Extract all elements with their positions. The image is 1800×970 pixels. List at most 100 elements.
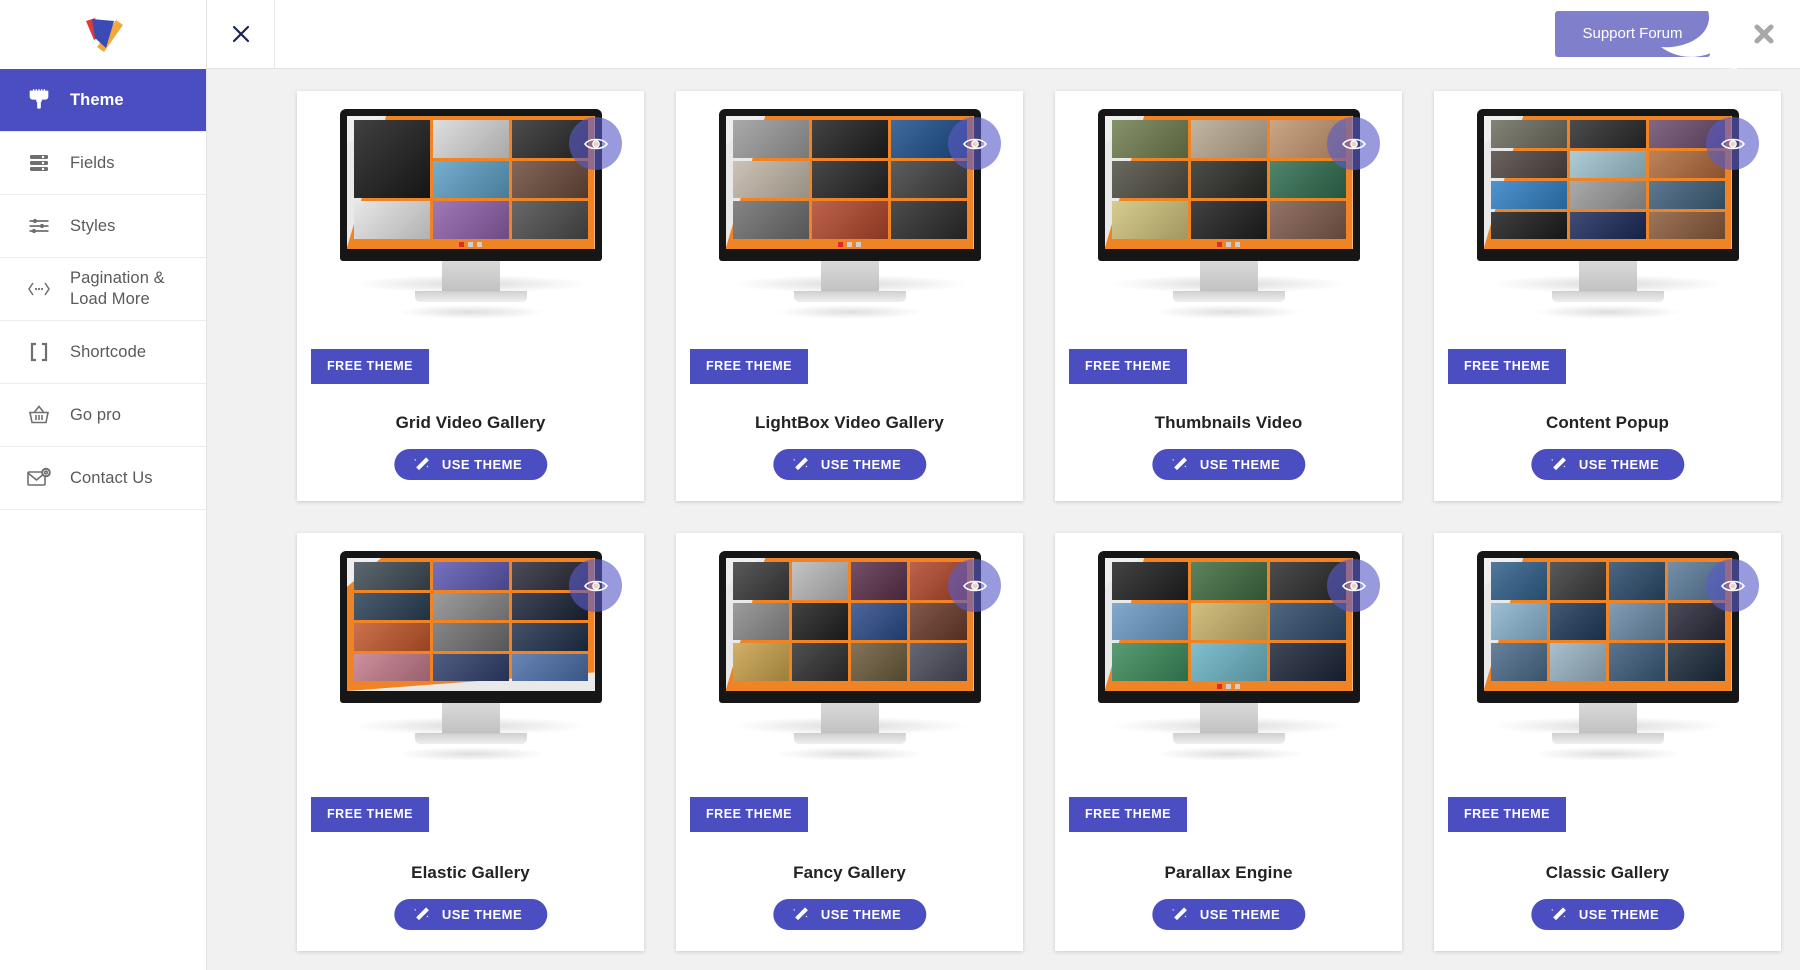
- preview-theme-button[interactable]: [1327, 559, 1380, 612]
- sidebar-item-styles[interactable]: Styles: [0, 195, 206, 258]
- use-theme-label: USE THEME: [1578, 457, 1660, 472]
- screen-tile: [851, 562, 908, 600]
- monitor-screen: [1104, 116, 1353, 249]
- monitor-neck: [1199, 703, 1258, 733]
- main-pane: Support Forum FREE THEME Grid Video Gall…: [207, 0, 1800, 970]
- monitor-base-shadow: [395, 305, 546, 319]
- sidebar-item-shortcode[interactable]: Shortcode: [0, 321, 206, 384]
- preview-theme-button[interactable]: [948, 117, 1001, 170]
- use-theme-label: USE THEME: [441, 907, 523, 922]
- theme-preview: [297, 533, 644, 795]
- screen-tiles: [732, 120, 967, 239]
- theme-title: Thumbnails Video: [1154, 413, 1303, 432]
- support-forum-button[interactable]: Support Forum: [1555, 0, 1737, 69]
- theme-card[interactable]: FREE THEME Thumbnails Video USE THEME: [1055, 91, 1402, 501]
- monitor-base-shadow: [1153, 747, 1304, 761]
- preview-theme-button[interactable]: [569, 117, 622, 170]
- basket-icon: [8, 403, 70, 427]
- use-theme-button[interactable]: USE THEME: [1530, 899, 1685, 930]
- screen-tile: [1190, 201, 1267, 239]
- logo-icon: [86, 17, 123, 52]
- sidebar-item-contact-us[interactable]: Contact Us: [0, 447, 206, 510]
- monitor-frame: [1097, 551, 1360, 703]
- screen-tile: [432, 592, 509, 620]
- themes-grid: FREE THEME Grid Video Gallery USE THEME: [207, 91, 1800, 951]
- screen-tile: [732, 602, 789, 641]
- monitor-base-shadow: [395, 747, 546, 761]
- screen-tile: [1490, 181, 1567, 209]
- theme-preview: [1434, 91, 1781, 353]
- screen-tile: [1190, 602, 1267, 641]
- screen-tile: [732, 562, 789, 600]
- theme-card[interactable]: FREE THEME Parallax Engine USE THEME: [1055, 533, 1402, 951]
- screen-pagination-dots: [347, 240, 595, 248]
- theme-card[interactable]: FREE THEME Classic Gallery USE THEME: [1434, 533, 1781, 951]
- preview-theme-button[interactable]: [569, 559, 622, 612]
- theme-title: Elastic Gallery: [411, 863, 530, 882]
- use-theme-button[interactable]: USE THEME: [772, 449, 927, 480]
- monitor-neck: [820, 703, 879, 733]
- theme-card[interactable]: FREE THEME Grid Video Gallery USE THEME: [297, 91, 644, 501]
- use-theme-button[interactable]: USE THEME: [772, 899, 927, 930]
- eye-icon: [1341, 138, 1366, 149]
- theme-title: Grid Video Gallery: [395, 413, 546, 432]
- screen-tile: [511, 623, 588, 651]
- theme-card[interactable]: FREE THEME Fancy Gallery USE THEME: [676, 533, 1023, 951]
- preview-theme-button[interactable]: [1706, 559, 1759, 612]
- preview-theme-button[interactable]: [1327, 117, 1380, 170]
- use-theme-button[interactable]: USE THEME: [393, 449, 548, 480]
- magic-wand-icon: [1171, 906, 1188, 923]
- monitor-screen: [346, 558, 595, 691]
- screen-tile: [1490, 150, 1567, 178]
- screen-tile: [1111, 120, 1188, 158]
- monitor-mockup: [1097, 551, 1360, 761]
- screen-tile: [732, 160, 809, 199]
- screen-tile: [1269, 201, 1346, 239]
- screen-tile: [732, 120, 809, 158]
- screen-tile: [353, 653, 430, 681]
- use-theme-button[interactable]: USE THEME: [1151, 899, 1306, 930]
- use-theme-button[interactable]: USE THEME: [1151, 449, 1306, 480]
- sidebar-item-go-pro[interactable]: Go pro: [0, 384, 206, 447]
- monitor-neck: [1578, 261, 1637, 291]
- free-theme-badge: FREE THEME: [311, 797, 430, 832]
- theme-title: Classic Gallery: [1545, 863, 1670, 882]
- screen-tiles: [732, 562, 967, 681]
- eye-icon: [583, 138, 608, 149]
- sidebar-item-fields[interactable]: Fields: [0, 132, 206, 195]
- theme-card[interactable]: FREE THEME Content Popup USE THEME: [1434, 91, 1781, 501]
- brackets-icon: [8, 341, 70, 363]
- magic-wand-icon: [1550, 906, 1567, 923]
- screen-tiles: [1490, 562, 1725, 681]
- free-theme-badge: FREE THEME: [1448, 349, 1567, 384]
- paint-brush-icon: [8, 87, 70, 113]
- eye-icon: [1720, 580, 1745, 591]
- screen-tile: [1668, 643, 1725, 681]
- use-theme-label: USE THEME: [1199, 907, 1281, 922]
- preview-theme-button[interactable]: [948, 559, 1001, 612]
- screen-tile: [1549, 562, 1606, 600]
- dismiss-button[interactable]: [1728, 19, 1800, 49]
- eye-icon: [962, 580, 987, 591]
- close-panel-button[interactable]: [207, 0, 275, 68]
- use-theme-button[interactable]: USE THEME: [1530, 449, 1685, 480]
- monitor-neck: [1199, 261, 1258, 291]
- screen-tile: [1609, 643, 1666, 681]
- screen-tile: [353, 623, 430, 651]
- screen-tiles: [1111, 120, 1346, 239]
- theme-card[interactable]: FREE THEME LightBox Video Gallery USE TH…: [676, 91, 1023, 501]
- screen-tile: [1269, 643, 1346, 681]
- preview-theme-button[interactable]: [1706, 117, 1759, 170]
- monitor-screen: [725, 116, 974, 249]
- monitor-base-shadow: [1532, 305, 1683, 319]
- theme-card[interactable]: FREE THEME Elastic Gallery USE THEME: [297, 533, 644, 951]
- free-theme-badge: FREE THEME: [311, 349, 430, 384]
- screen-tile: [1609, 562, 1666, 600]
- use-theme-button[interactable]: USE THEME: [393, 899, 548, 930]
- sidebar-item-label: Pagination & Load More: [70, 269, 165, 308]
- sidebar-item-theme[interactable]: Theme: [0, 69, 206, 132]
- sidebar-item-pagination[interactable]: Pagination & Load More: [0, 258, 206, 321]
- screen-tiles: [1490, 120, 1725, 239]
- screen-tile: [1490, 211, 1567, 239]
- monitor-frame: [339, 109, 602, 261]
